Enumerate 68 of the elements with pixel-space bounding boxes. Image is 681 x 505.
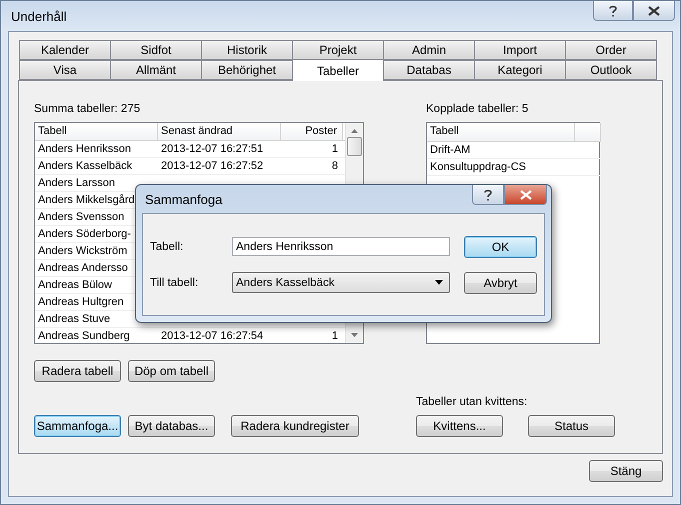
- help-icon: [608, 4, 618, 16]
- table-cell-text: Anders Söderborg-: [38, 227, 131, 242]
- close-dialog-button[interactable]: Stäng: [589, 460, 663, 482]
- table-cell-text: Anders Kasselbäck: [38, 159, 132, 174]
- table-cell-text: 2013-12-07 16:27:51: [161, 142, 264, 157]
- action-button[interactable]: Status: [528, 415, 615, 437]
- tab[interactable]: Projekt: [292, 40, 384, 60]
- table-cell-text: Anders Svensson: [38, 210, 124, 225]
- tab[interactable]: Kalender: [19, 40, 111, 60]
- table-cell-text: Drift-AM: [430, 143, 470, 158]
- scroll-down-icon: [351, 332, 358, 337]
- field-label: Till tabell:: [150, 276, 200, 290]
- action-button[interactable]: Kvittens...: [416, 415, 503, 437]
- table-cell-text: Anders Henriksson: [38, 142, 131, 157]
- linked-count-label: Kopplade tabeller: 5: [426, 102, 530, 116]
- tab[interactable]: Order: [565, 40, 657, 60]
- tab[interactable]: Visa: [19, 60, 111, 80]
- table-cell-text: 8: [332, 159, 338, 174]
- table-cell-text: Konsultuppdrag-CS: [430, 160, 526, 175]
- tab[interactable]: Behörighet: [201, 60, 293, 80]
- tab[interactable]: Sidfot: [110, 40, 202, 60]
- target-table-dropdown[interactable]: Anders Kasselbäck: [232, 272, 450, 293]
- column-header[interactable]: Senast ändrad: [158, 123, 281, 140]
- cancel-button[interactable]: Avbryt: [464, 272, 537, 294]
- table-cell-text: Andreas Andersso: [38, 261, 128, 276]
- close-icon: [520, 190, 532, 200]
- table-cell-text: Andreas Stuve: [38, 312, 110, 327]
- tab[interactable]: Kategori: [474, 60, 566, 80]
- table-cell-text: Anders Larsson: [38, 176, 116, 191]
- close-icon: [648, 6, 660, 16]
- scrollbar-thumb[interactable]: [347, 137, 362, 156]
- window-title: Underhåll: [10, 8, 67, 24]
- close-button[interactable]: [633, 1, 675, 21]
- table-field[interactable]: Anders Henriksson: [232, 237, 450, 256]
- table-cell-text: Anders Wickström: [38, 244, 128, 259]
- action-button[interactable]: Döp om tabell: [128, 360, 215, 382]
- dialog-title: Sammanfoga: [144, 192, 222, 206]
- tab[interactable]: Historik: [201, 40, 293, 60]
- tab[interactable]: Import: [474, 40, 566, 60]
- tab[interactable]: Admin: [383, 40, 475, 60]
- tab[interactable]: Databas: [383, 60, 475, 80]
- table-cell-text: 2013-12-07 16:27:54: [161, 329, 264, 344]
- table-count-label: Summa tabeller: 275: [34, 102, 142, 116]
- ok-button[interactable]: OK: [464, 236, 537, 258]
- action-button[interactable]: Radera tabell: [34, 360, 121, 382]
- table-cell-text: 1: [332, 142, 338, 157]
- table-cell-text: Andreas Hultgren: [38, 295, 124, 310]
- action-button[interactable]: Sammanfoga...: [34, 415, 121, 437]
- action-button[interactable]: Radera kundregister: [231, 415, 359, 437]
- table-cell-text: 2013-12-07 16:27:52: [161, 159, 264, 174]
- tab[interactable]: Tabeller: [292, 59, 384, 81]
- table-cell-text: Anders Mikkelsgård: [38, 193, 135, 208]
- tab[interactable]: Outlook: [565, 60, 657, 80]
- column-header[interactable]: Tabell: [35, 123, 158, 140]
- unreceipted-label: Tabeller utan kvittens:: [416, 395, 528, 409]
- field-label: Tabell:: [150, 240, 184, 254]
- action-button[interactable]: Byt databas...: [128, 415, 215, 437]
- dropdown-caret-icon: [435, 280, 443, 285]
- help-button[interactable]: [472, 185, 504, 205]
- column-header[interactable]: Tabell: [427, 123, 575, 141]
- tab[interactable]: Allmänt: [110, 60, 202, 80]
- table-cell-text: Andreas Sundberg: [38, 329, 130, 344]
- help-button[interactable]: [593, 1, 633, 21]
- help-icon: [483, 188, 493, 200]
- scroll-up-icon: [351, 129, 358, 134]
- table-cell-text: Andreas Bülow: [38, 278, 112, 293]
- column-header[interactable]: Poster: [281, 123, 343, 140]
- table-cell-text: 1: [332, 329, 338, 344]
